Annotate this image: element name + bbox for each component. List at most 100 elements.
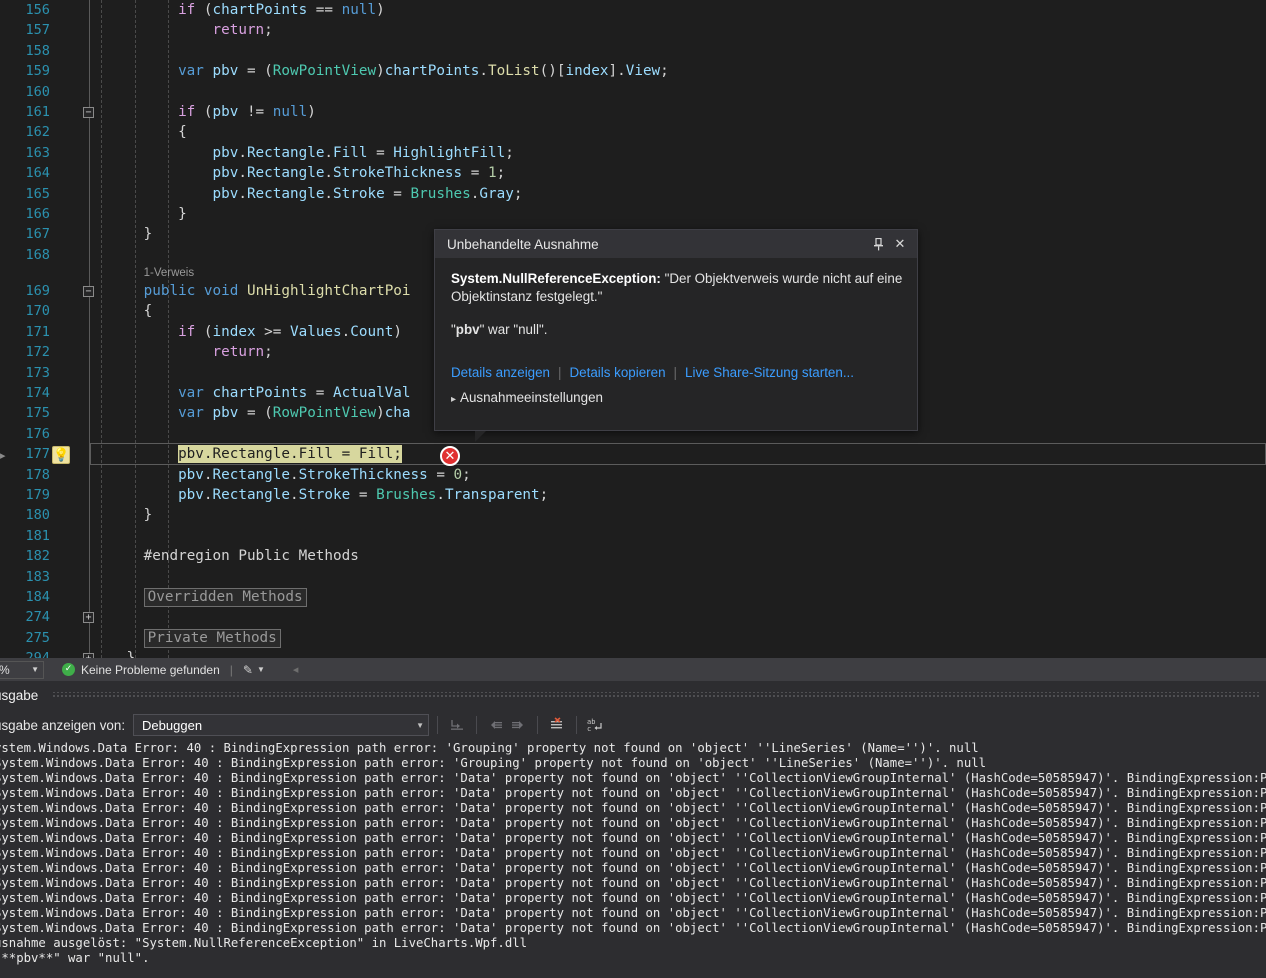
code-token: .: [324, 165, 333, 181]
output-line: System.Windows.Data Error: 40 : BindingE…: [0, 756, 1266, 771]
code-line[interactable]: 158: [0, 41, 1266, 61]
code-token: pbv: [178, 487, 204, 503]
error-marker-icon[interactable]: ✕: [440, 446, 460, 466]
code-token: ;: [264, 22, 273, 38]
code-token: ()[: [540, 63, 566, 79]
code-line[interactable]: 157 return;: [0, 20, 1266, 40]
code-line[interactable]: 180 }: [0, 505, 1266, 525]
drag-handle-dots[interactable]: [52, 692, 1260, 698]
next-message-icon[interactable]: [507, 714, 529, 736]
output-line: usnahme ausgelöst: "System.NullReference…: [0, 936, 1266, 951]
code-token: ;: [264, 344, 273, 360]
code-token: =: [307, 385, 333, 401]
link-separator-1: |: [558, 364, 561, 382]
lightbulb-icon[interactable]: 💡: [52, 446, 70, 464]
clear-all-icon[interactable]: [546, 714, 568, 736]
pin-icon[interactable]: [867, 233, 889, 255]
code-line[interactable]: 156 if (chartPoints == null): [0, 0, 1266, 20]
output-toolbar[interactable]: usgabe anzeigen von: Debuggen ▼: [0, 709, 1266, 741]
output-line: System.Windows.Data Error: 40 : BindingE…: [0, 891, 1266, 906]
zoom-level-selector[interactable]: 1 % ▼: [0, 661, 44, 679]
code-line[interactable]: 159 var pbv = (RowPointView)chartPoints.…: [0, 61, 1266, 81]
code-line[interactable]: 274+: [0, 607, 1266, 627]
code-token: RowPointView: [273, 63, 376, 79]
code-token: =: [428, 467, 454, 483]
code-line[interactable]: 178 pbv.Rectangle.StrokeThickness = 0;: [0, 465, 1266, 485]
code-line[interactable]: 164 pbv.Rectangle.StrokeThickness = 1;: [0, 163, 1266, 183]
view-details-link[interactable]: Details anzeigen: [451, 364, 550, 382]
exception-settings-expander[interactable]: ▸Ausnahmeeinstellungen: [451, 389, 903, 409]
code-line[interactable]: 275 Private Methods: [0, 628, 1266, 648]
find-message-source-icon[interactable]: [446, 714, 468, 736]
code-token: Rectangle: [247, 186, 324, 202]
code-text: if (pbv != null): [92, 102, 316, 122]
line-number: 184: [0, 587, 50, 607]
output-line: System.Windows.Data Error: 40 : BindingE…: [0, 876, 1266, 891]
variable-suffix: " war "null".: [480, 322, 548, 337]
close-icon[interactable]: ✕: [889, 233, 911, 255]
code-text: }: [92, 648, 135, 658]
code-text: {: [92, 122, 187, 142]
line-number: 182: [0, 546, 50, 566]
output-source-select[interactable]: Debuggen ▼: [133, 714, 429, 736]
code-line[interactable]: 184 Overridden Methods: [0, 587, 1266, 607]
find-source-glyph: [449, 717, 465, 733]
link-separator-2: |: [674, 364, 677, 382]
exception-popup-title: Unbehandelte Ausnahme: [447, 237, 867, 252]
code-token: {: [178, 124, 187, 140]
code-line[interactable]: 181: [0, 526, 1266, 546]
start-live-share-link[interactable]: Live Share-Sitzung starten...: [685, 364, 854, 382]
output-text-area[interactable]: ystem.Windows.Data Error: 40 : BindingEx…: [0, 741, 1266, 978]
code-token: UnHighlightChartPoi: [247, 283, 411, 299]
code-token: ;: [505, 145, 514, 161]
code-line[interactable]: 179 pbv.Rectangle.Stroke = Brushes.Trans…: [0, 485, 1266, 505]
output-line: ystem.Windows.Data Error: 40 : BindingEx…: [0, 741, 1266, 756]
output-line: System.Windows.Data Error: 40 : BindingE…: [0, 801, 1266, 816]
execution-pointer-icon: ▸: [0, 449, 6, 462]
code-token: pbv: [213, 145, 239, 161]
chevron-down-icon-brush[interactable]: ▼: [257, 665, 265, 674]
back-arrow-icon[interactable]: ◂: [293, 663, 299, 676]
copy-details-link[interactable]: Details kopieren: [570, 364, 666, 382]
code-token: Values: [290, 324, 342, 340]
code-token: Rectangle: [213, 487, 290, 503]
outline-toggle[interactable]: +: [83, 612, 94, 623]
code-line[interactable]: 166 }: [0, 204, 1266, 224]
code-line[interactable]: 162 {: [0, 122, 1266, 142]
code-line[interactable]: 163 pbv.Rectangle.Fill = HighlightFill;: [0, 143, 1266, 163]
code-line[interactable]: 165 pbv.Rectangle.Stroke = Brushes.Gray;: [0, 184, 1266, 204]
code-token: var: [178, 385, 204, 401]
code-text: pbv.Rectangle.Stroke = Brushes.Gray;: [92, 184, 522, 204]
code-line[interactable]: 161− if (pbv != null): [0, 102, 1266, 122]
line-number: 160: [0, 82, 50, 102]
collapsed-region-chip[interactable]: Overridden Methods: [144, 588, 307, 607]
line-number: 163: [0, 143, 50, 163]
word-wrap-icon[interactable]: ab c: [585, 714, 607, 736]
code-line[interactable]: 160: [0, 82, 1266, 102]
codelens-reference-count[interactable]: 1-Verweis: [144, 265, 195, 281]
code-token: ): [376, 63, 385, 79]
code-token: =: [350, 487, 376, 503]
code-token: if: [178, 2, 204, 18]
output-line: '**pbv**" war "null".: [0, 951, 1266, 966]
code-line[interactable]: 183: [0, 567, 1266, 587]
code-token: (: [204, 2, 213, 18]
problems-status-text: Keine Probleme gefunden: [81, 663, 220, 677]
code-text: public void UnHighlightChartPoi: [92, 281, 411, 301]
brush-icon[interactable]: ✎: [243, 663, 253, 677]
code-line[interactable]: 182 #endregion Public Methods: [0, 546, 1266, 566]
collapsed-region-chip[interactable]: Private Methods: [144, 629, 281, 648]
code-text: if (index >= Values.Count): [92, 322, 402, 342]
exception-links[interactable]: Details anzeigen | Details kopieren | Li…: [451, 364, 903, 382]
popup-tail: [475, 431, 486, 442]
line-number: 178: [0, 465, 50, 485]
exception-helper-popup[interactable]: Unbehandelte Ausnahme ✕ System.NullRefer…: [434, 229, 918, 431]
code-token: .: [342, 324, 351, 340]
code-line[interactable]: 294+ }: [0, 648, 1266, 658]
visual-studio-window: 156 if (chartPoints == null)157 return;1…: [0, 0, 1266, 978]
code-token: .: [204, 487, 213, 503]
previous-message-icon[interactable]: [485, 714, 507, 736]
code-token: .: [479, 63, 488, 79]
output-source-value: Debuggen: [142, 718, 416, 733]
code-text: }: [92, 505, 152, 525]
